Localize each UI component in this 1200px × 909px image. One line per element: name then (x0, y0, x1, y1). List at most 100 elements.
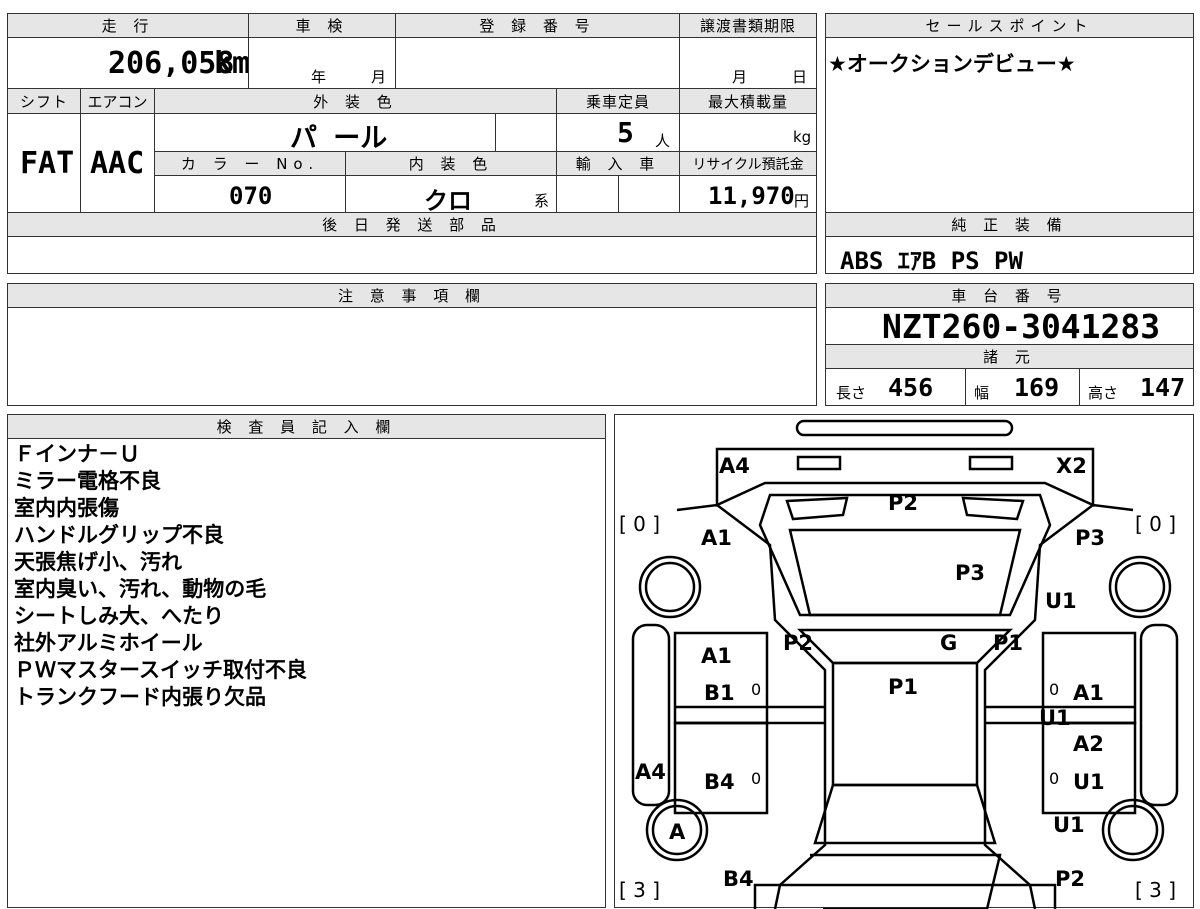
note-line: 社外アルミホイール (14, 631, 203, 655)
wheel-fl-inner (644, 561, 696, 613)
mark-door-rr-1: A2 (1073, 732, 1104, 756)
cowl (796, 628, 1014, 665)
spec-length-value: 456 (888, 373, 934, 402)
mark-front-bumper-right: X2 (1056, 454, 1087, 478)
interior-color-header: 内 装 色 (345, 151, 557, 176)
trunk-outline (810, 853, 1002, 909)
wheel-rr (1101, 798, 1165, 862)
sill-right (1139, 623, 1179, 807)
sales-point-header: セールスポイント (825, 13, 1194, 38)
mark-pillar-l: P2 (783, 631, 813, 655)
color-no-cell: 070 (154, 175, 346, 213)
rear-glass (813, 783, 997, 845)
exterior-color-extra (495, 113, 557, 152)
later-parts-cell (7, 236, 817, 274)
equipment-text: ABS ｴｱB PS PW (840, 247, 1023, 275)
tire-fl-label: [ 0 ] (619, 512, 660, 536)
note-line: 室内臭い、汚れ、動物の毛 (14, 577, 267, 601)
sales-point-cell: ★オークションデビュー★ (825, 37, 1194, 213)
spec-width: 幅 169 (965, 368, 1080, 406)
mark-door-fl-zero: 0 (751, 680, 761, 699)
aircon-value: AAC (90, 146, 145, 181)
rear-bumper-outline (753, 883, 1057, 909)
wheel-fl (638, 555, 702, 619)
capacity-cell: 5 人 (556, 113, 680, 152)
windshield-outline (788, 528, 1022, 617)
exterior-color-cell: パ ール (154, 113, 496, 154)
capacity-header: 乗車定員 (556, 88, 680, 114)
import-header: 輸 入 車 (556, 151, 680, 176)
wheel-fr (1108, 555, 1172, 619)
specs-header: 諸 元 (825, 344, 1194, 369)
later-parts-header: 後 日 発 送 部 品 (7, 212, 817, 237)
mark-windshield: G (940, 631, 957, 655)
inspector-cell: Ｆインナ－Ｕ ミラー電格不良 室内内張傷 ハンドルグリップ不良 天張焦げ小、汚れ… (7, 438, 606, 908)
mark-door-fr-2: U1 (1039, 706, 1071, 730)
mark-fender-fr: P3 (1075, 526, 1105, 550)
shift-cell: FAT (7, 113, 81, 213)
inspector-notes: Ｆインナ－Ｕ ミラー電格不良 室内内張傷 ハンドルグリップ不良 天張焦げ小、汚れ… (14, 441, 307, 711)
shaken-header: 車 検 (248, 13, 396, 38)
transfer-deadline-cell: 月 日 (679, 37, 817, 89)
note-line: Ｆインナ－Ｕ (14, 442, 140, 466)
mark-fender-fl: A1 (701, 526, 732, 550)
tire-rl-label: [ 3 ] (619, 878, 660, 902)
aircon-header: エアコン (80, 88, 155, 114)
mark-sill-l: A4 (635, 760, 666, 784)
transfer-deadline-header: 譲渡書類期限 (679, 13, 817, 38)
car-diagram-panel: [ 0 ] [ 0 ] [ 3 ] [ 3 ] A4 X2 P2 A1 P3 P… (614, 414, 1194, 909)
shift-header: シフト (7, 88, 81, 114)
chassis-cell: NZT260-3041283 (825, 307, 1194, 346)
spec-height-value: 147 (1140, 373, 1186, 402)
mark-roof: P1 (888, 675, 918, 699)
registration-header: 登 録 番 号 (395, 13, 680, 38)
note-line: ＰＷマスタースイッチ取付不良 (14, 658, 307, 682)
mark-door-fr-zero: 0 (1049, 680, 1059, 699)
inspector-header: 検 査 員 記 入 欄 (7, 414, 606, 439)
mark-door-fl-2: B1 (704, 681, 735, 705)
mark-door-rr-2: U1 (1073, 770, 1105, 794)
interior-color-value: クロ (424, 187, 472, 215)
mileage-header: 走 行 (7, 13, 249, 38)
note-line: 天張焦げ小、汚れ (14, 550, 182, 574)
spec-length: 長さ 456 (825, 368, 966, 406)
spec-width-value: 169 (1014, 373, 1060, 402)
aircon-cell: AAC (80, 113, 155, 213)
recycle-cell: 11,970 円 (679, 175, 817, 213)
chassis-number: NZT260-3041283 (882, 307, 1161, 346)
mark-door-fr-1: A1 (1073, 681, 1104, 705)
mark-hood-front: P2 (888, 491, 918, 515)
registration-cell (395, 37, 680, 89)
sales-point-text: ★オークションデビュー★ (828, 52, 1076, 76)
spec-height: 高さ 147 (1079, 368, 1194, 406)
capacity-value: 5 (617, 116, 634, 149)
import-cell-1 (556, 175, 619, 213)
max-load-header: 最大積載量 (679, 88, 817, 114)
interior-color-cell: クロ 系 (345, 175, 557, 215)
chassis-header: 車 台 番 号 (825, 283, 1194, 308)
exterior-color-header: 外 装 色 (154, 88, 557, 114)
note-line: トランクフード内張り欠品 (14, 685, 266, 709)
shift-value: FAT (20, 146, 75, 181)
grille-right (961, 496, 1025, 521)
note-line: 室内内張傷 (14, 496, 119, 520)
front-grille-outline (795, 419, 1014, 437)
mark-door-rr-zero: 0 (1049, 769, 1059, 788)
door-rl-outline (673, 721, 769, 815)
color-no-value: 070 (229, 182, 273, 210)
recycle-header: リサイクル預託金 (679, 151, 817, 176)
mark-hood: P3 (955, 561, 985, 585)
grille-left (785, 496, 849, 521)
caution-cell (7, 307, 817, 406)
mark-fender-fr2: U1 (1045, 589, 1077, 613)
equipment-header: 純 正 装 備 (825, 212, 1194, 237)
equipment-cell: ABS ｴｱB PS PW (825, 236, 1194, 275)
shaken-cell: 年 月 (248, 37, 396, 89)
max-load-cell: kg (679, 113, 817, 152)
caution-header: 注 意 事 項 欄 (7, 283, 817, 308)
exterior-color-value: パ ール (290, 123, 388, 154)
mark-door-rl-zero: 0 (751, 769, 761, 788)
note-line: シートしみ大、へたり (14, 604, 224, 628)
note-line: ハンドルグリップ不良 (14, 523, 224, 547)
mark-rear-l: B4 (723, 867, 754, 891)
